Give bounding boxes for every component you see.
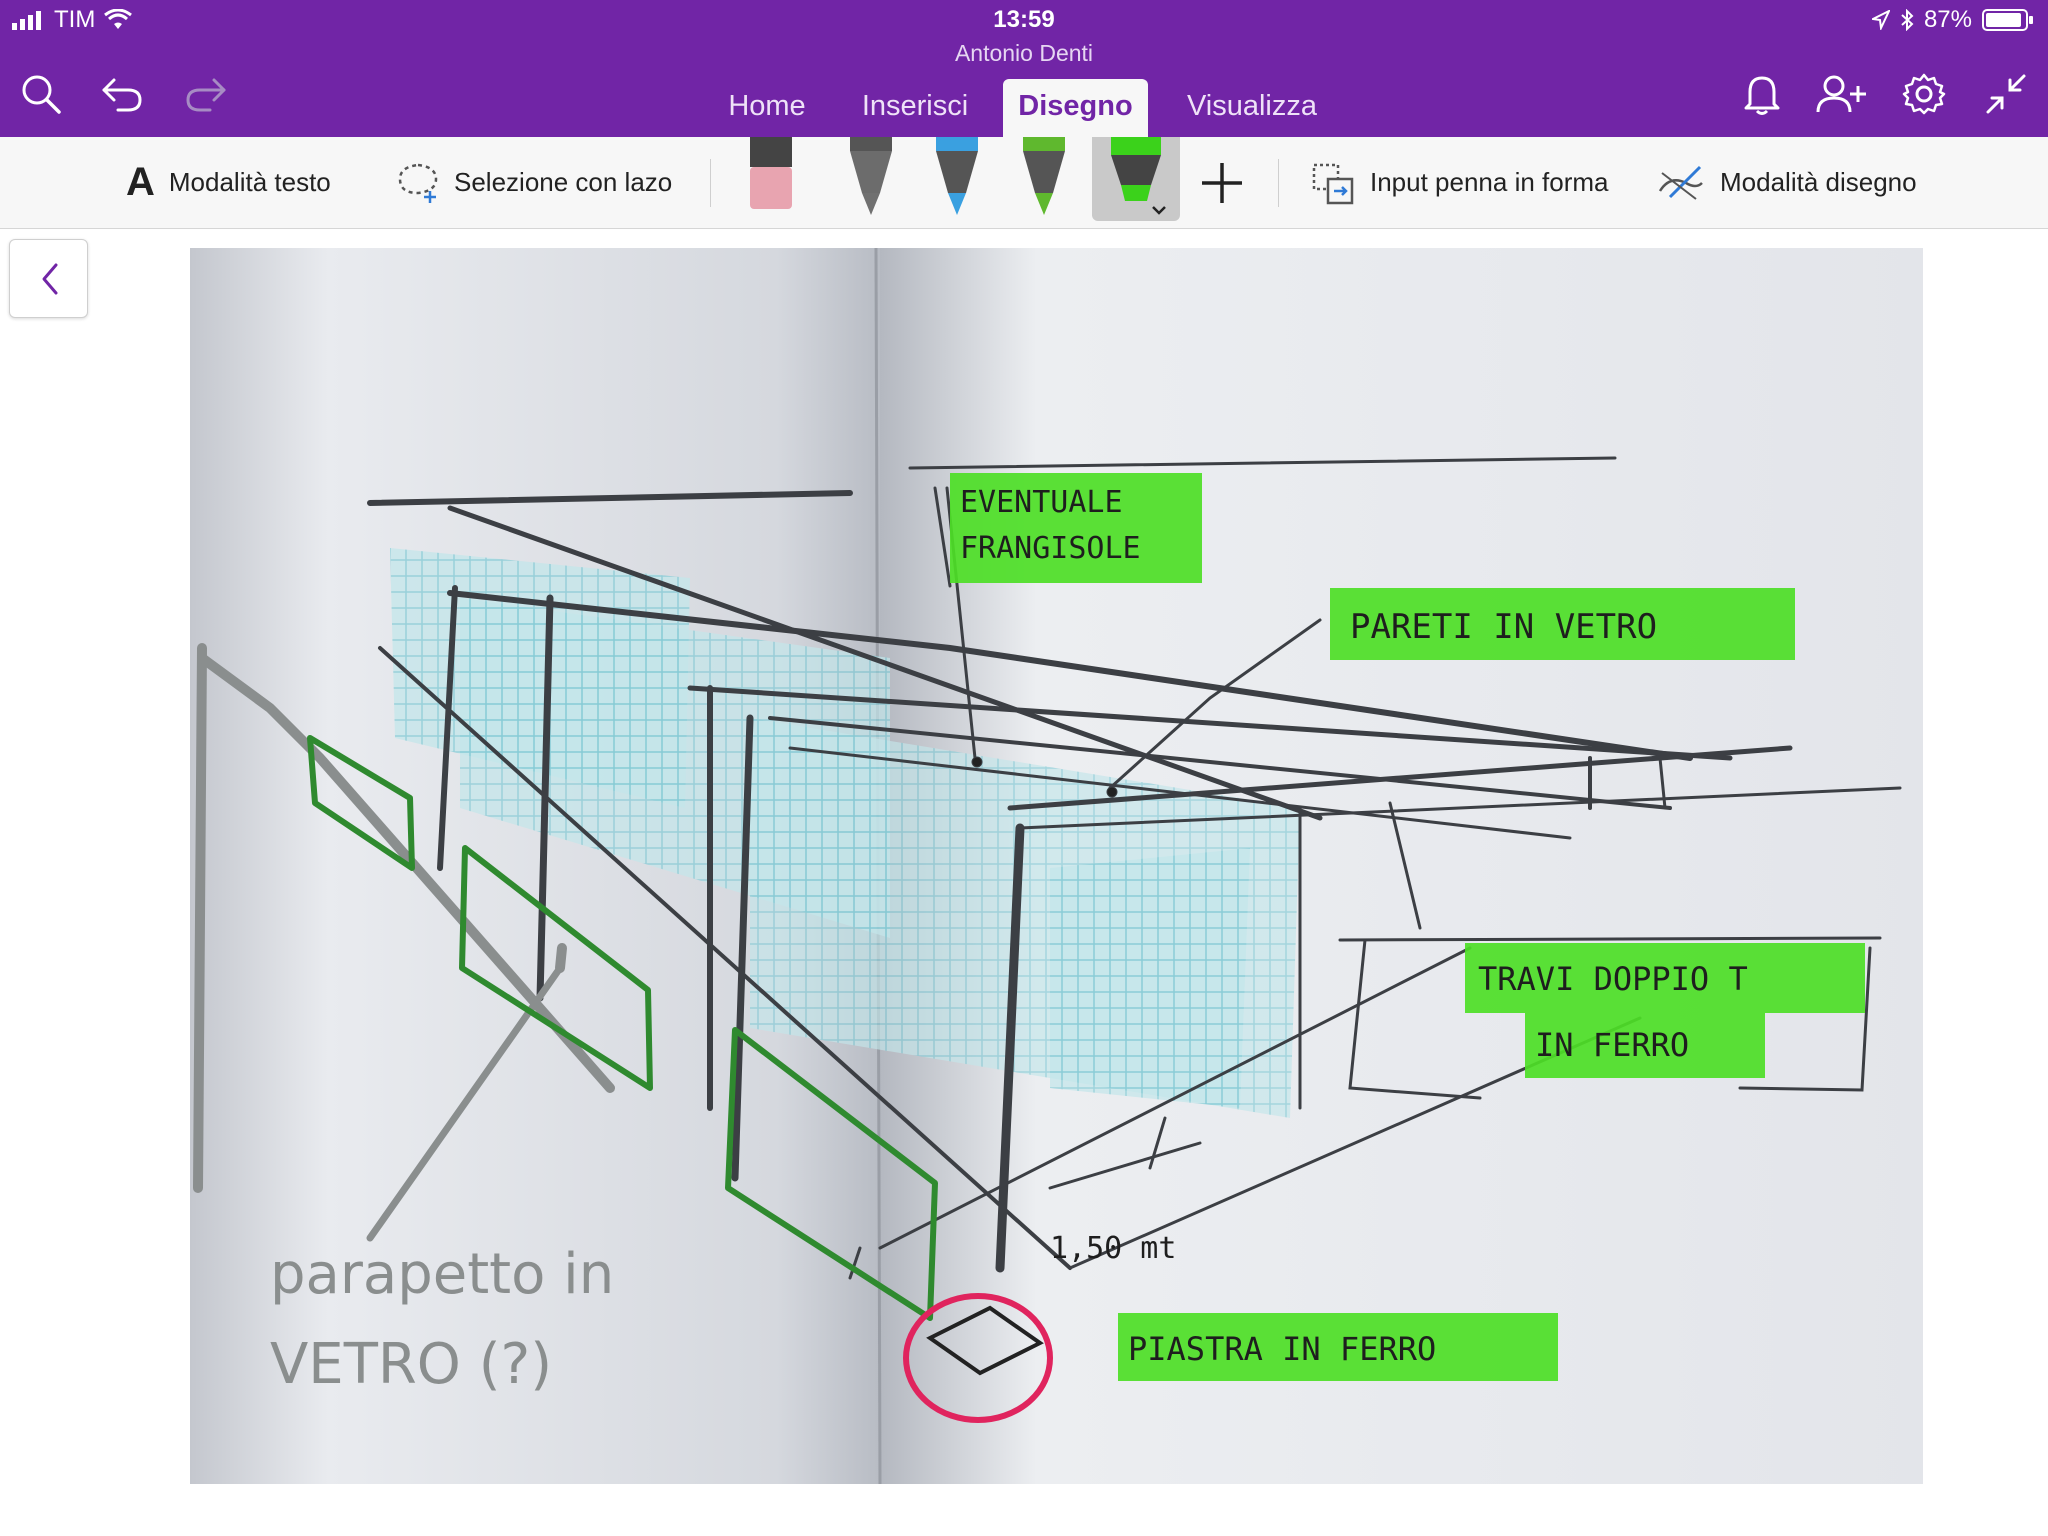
label-frangisole-2: FRANGISOLE — [960, 531, 1141, 566]
text-mode-icon: A — [126, 160, 155, 204]
undo-icon[interactable] — [96, 68, 148, 120]
ink-to-shape-icon — [1312, 163, 1354, 204]
ink-to-shape-label: Input penna in forma — [1370, 167, 1609, 197]
sketch-image[interactable]: EVENTUALE FRANGISOLE PARETI IN VETRO TRA… — [190, 248, 1923, 1484]
battery-icon — [1982, 9, 2033, 31]
gear-icon[interactable] — [1898, 68, 1950, 120]
bluetooth-icon — [1901, 9, 1914, 31]
glass-panel — [1050, 848, 1250, 1108]
redo-icon[interactable] — [180, 68, 232, 120]
label-travi-2: IN FERRO — [1535, 1026, 1689, 1064]
bell-icon[interactable] — [1736, 68, 1788, 120]
share-person-icon[interactable] — [1816, 68, 1868, 120]
lasso-label: Selezione con lazo — [454, 167, 673, 197]
pen-blue-tool[interactable] — [926, 137, 988, 223]
label-parapetto-1: parapetto in — [270, 1242, 614, 1307]
tab-disegno[interactable]: Disegno — [1003, 79, 1148, 137]
text-mode-button[interactable]: A Modalità testo — [126, 137, 331, 228]
draw-mode-button[interactable]: Modalità disegno — [1656, 137, 1917, 228]
lasso-icon — [398, 163, 438, 203]
label-piastra: PIASTRA IN FERRO — [1128, 1330, 1436, 1368]
hand-pen-icon — [1658, 165, 1703, 200]
chevron-left-icon — [42, 263, 57, 294]
add-pen-button[interactable] — [1200, 137, 1244, 228]
label-pareti: PARETI IN VETRO — [1350, 607, 1657, 647]
location-icon — [1871, 10, 1890, 30]
pen-green-tool[interactable] — [1013, 137, 1075, 223]
eraser-tool[interactable] — [740, 137, 802, 223]
ink-to-shape-button[interactable]: Input penna in forma — [1308, 137, 1609, 228]
label-travi-1: TRAVI DOPPIO T — [1478, 960, 1748, 998]
highlighter-green-tool[interactable] — [1105, 137, 1167, 223]
text-mode-label: Modalità testo — [168, 167, 331, 197]
app-header: TIM 13:59 87% Antonio Denti Home Inseris… — [0, 0, 2048, 137]
draw-mode-label: Modalità disegno — [1720, 167, 1917, 197]
document-author: Antonio Denti — [954, 40, 1094, 66]
collapse-icon[interactable] — [1980, 68, 2032, 120]
status-right: 87% — [1871, 6, 2034, 34]
search-icon[interactable] — [15, 68, 67, 120]
toolbar-divider — [1278, 159, 1279, 207]
label-measure: 1,50 mt — [1050, 1231, 1176, 1266]
pen-gray-tool[interactable] — [840, 137, 902, 223]
drawing-toolbar: A Modalità testo Selezione con lazo Inpu — [0, 137, 2048, 229]
tab-visualizza[interactable]: Visualizza — [1172, 79, 1332, 137]
status-time: 13:59 — [993, 6, 1055, 33]
label-parapetto-2: VETRO (?) — [270, 1332, 552, 1397]
plus-icon — [1202, 162, 1242, 203]
label-frangisole-1: EVENTUALE — [960, 485, 1123, 520]
back-button[interactable] — [9, 239, 88, 318]
tab-home[interactable]: Home — [712, 79, 822, 137]
toolbar-divider — [710, 159, 711, 207]
tab-inserisci[interactable]: Inserisci — [846, 79, 984, 137]
battery-percent: 87% — [1923, 6, 1972, 33]
lasso-select-button[interactable]: Selezione con lazo — [396, 137, 672, 228]
